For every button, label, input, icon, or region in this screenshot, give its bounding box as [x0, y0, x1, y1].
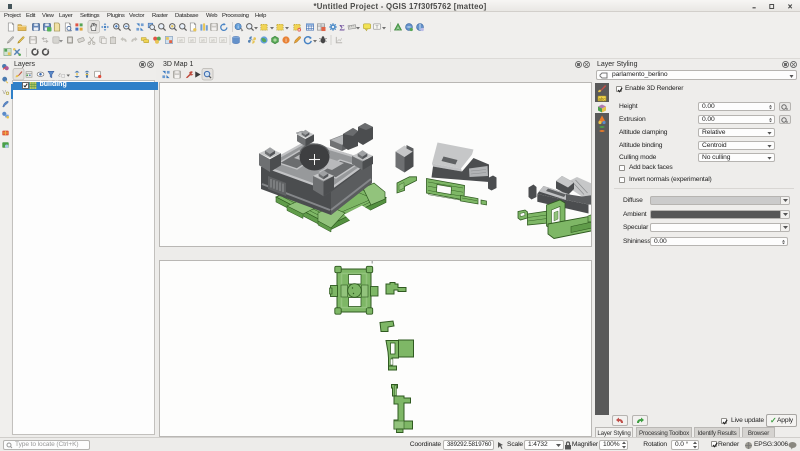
svg-text:ab: ab — [211, 38, 216, 43]
svg-text:i: i — [285, 38, 286, 44]
svg-text:A: A — [396, 26, 399, 31]
svg-text:ab: ab — [221, 38, 226, 43]
svg-text:V: V — [2, 90, 6, 96]
svg-text:abc: abc — [598, 96, 606, 101]
svg-text:i: i — [237, 25, 238, 31]
svg-text:ab: ab — [179, 38, 184, 43]
svg-text:T: T — [375, 24, 378, 30]
svg-text:Σ: Σ — [339, 22, 345, 32]
svg-text:ab: ab — [190, 38, 195, 43]
svg-text:ab: ab — [201, 38, 206, 43]
svg-text:ε: ε — [58, 72, 61, 79]
